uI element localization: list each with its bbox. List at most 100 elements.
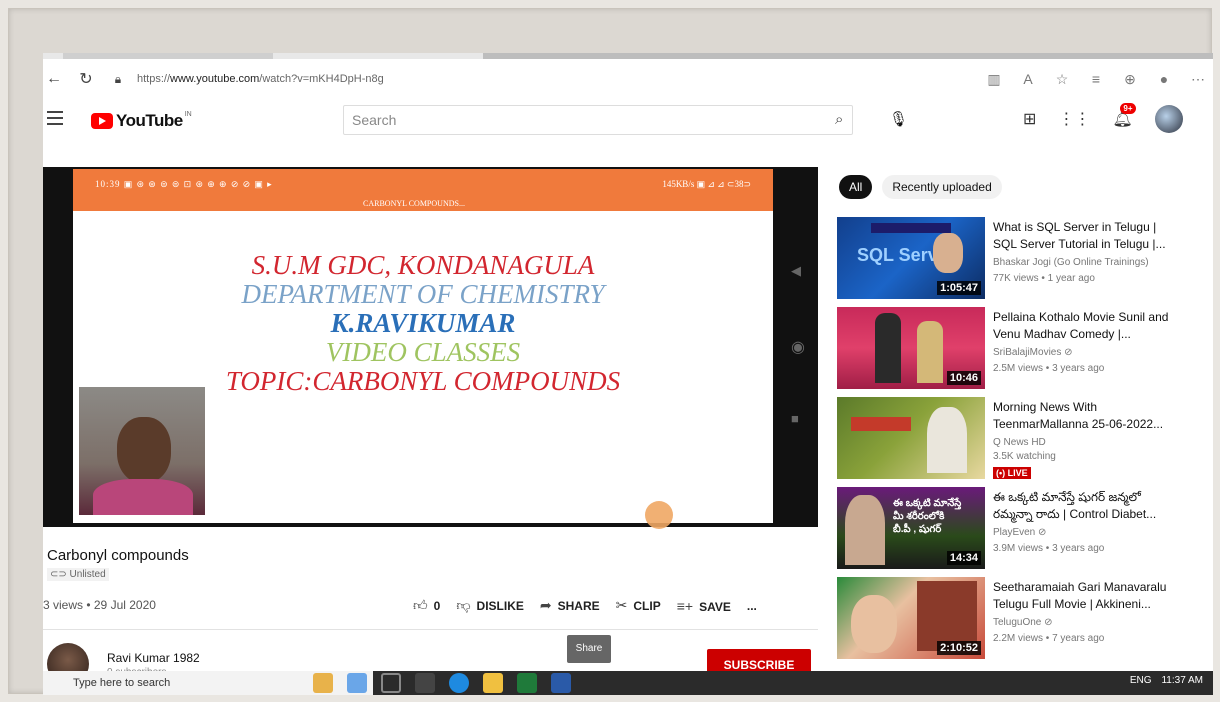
clock[interactable]: 11:37 AM (1161, 675, 1203, 686)
recommendation-title[interactable]: Morning News With TeenmarMallanna 25-06-… (993, 399, 1177, 433)
touch-indicator (645, 501, 673, 529)
recommendation-title[interactable]: What is SQL Server in Telugu | SQL Serve… (993, 219, 1177, 253)
reload-icon[interactable]: ↻ (75, 69, 97, 89)
back-icon[interactable]: ← (43, 70, 65, 88)
recommendation-meta: 3.5K watching (993, 451, 1056, 462)
video-frame: 10:39 ▣ ⊛ ⊛ ⊜ ⊜ ⊡ ⊛ ⊕ ⊕ ⊘ ⊘ ▣ ▸ CARBONYL… (73, 169, 773, 529)
webcam-overlay (79, 387, 205, 515)
youtube-logo[interactable]: YouTube IN (91, 111, 192, 131)
save-button[interactable]: ≡+ SAVE (677, 598, 731, 614)
recommendation-channel[interactable]: PlayEven ⊘ (993, 527, 1046, 538)
reader-icon[interactable]: ▥ (983, 71, 1005, 88)
excel-icon[interactable] (517, 673, 537, 693)
duration-badge: 1:05:47 (937, 281, 981, 295)
recommendation-title[interactable]: Seetharamaiah Gari Manavaralu Telugu Ful… (993, 579, 1177, 613)
phone-status-bar: 10:39 ▣ ⊛ ⊛ ⊜ ⊜ ⊡ ⊛ ⊕ ⊕ ⊘ ⊘ ▣ ▸ CARBONYL… (73, 169, 773, 211)
favorite-icon[interactable]: ☆ (1051, 71, 1073, 88)
thumbs-down-icon: 👎︎ (456, 597, 471, 613)
recommendation-item[interactable]: 10:46 Pellaina Kothalo Movie Sunil and V… (837, 307, 1213, 395)
dislike-label: DISLIKE (476, 599, 524, 613)
recommendation-channel[interactable]: Bhaskar Jogi (Go Online Trainings) (993, 257, 1149, 268)
recommendation-channel[interactable]: SriBalajiMovies ⊘ (993, 347, 1073, 358)
dislike-button[interactable]: 👎︎ DISLIKE (456, 597, 524, 614)
clip-button[interactable]: ✂ CLIP (616, 597, 661, 614)
status-bar-left: 10:39 ▣ ⊛ ⊛ ⊜ ⊜ ⊡ ⊛ ⊕ ⊕ ⊘ ⊘ ▣ ▸ (95, 179, 273, 189)
recommendation-meta: 77K views • 1 year ago (993, 273, 1095, 284)
search-input[interactable]: Search (343, 105, 853, 135)
presenter-shirt (93, 479, 193, 515)
apps-icon[interactable]: ⋮⋮ (1058, 109, 1090, 129)
visibility-label: Unlisted (69, 569, 106, 580)
edge-icon[interactable] (449, 673, 469, 693)
recommendation-title[interactable]: ఈ ఒక్కటి మానేస్తే షుగర్ జన్మలో రమ్మన్నా … (993, 489, 1177, 523)
status-bar-title: CARBONYL COMPOUNDS... (363, 199, 465, 208)
recents-nav-icon[interactable]: ■ (791, 411, 799, 426)
scissors-icon: ✂ (615, 597, 628, 613)
action-bar: 👍︎ 0 👎︎ DISLIKE ➦ SHARE ✂ CLIP ≡+ SAVE ... (413, 597, 757, 614)
save-label: SAVE (699, 599, 731, 614)
lock-icon[interactable]: 🔒︎ (107, 72, 129, 87)
duration-badge: 10:46 (946, 371, 981, 385)
recommendation-item[interactable]: SQL Server 1:05:47 What is SQL Server in… (837, 217, 1213, 305)
mic-icon[interactable]: 🎙︎ (889, 110, 908, 128)
collections-icon[interactable]: ⊕ (1119, 71, 1141, 88)
recommendation-channel[interactable]: TeluguOne ⊘ (993, 617, 1053, 628)
logo-region: IN (184, 111, 192, 118)
more-actions-button[interactable]: ... (747, 599, 757, 613)
url-scheme: https:// (137, 73, 171, 85)
language-indicator[interactable]: ENG (1130, 675, 1152, 686)
search-icon[interactable]: ⌕ (835, 111, 843, 128)
like-count: 0 (433, 599, 441, 613)
playlist-add-icon: ≡+ (676, 597, 694, 614)
create-icon[interactable]: ⊞ (1023, 109, 1036, 129)
favorites-list-icon[interactable]: ≡ (1085, 71, 1107, 87)
recommendation-channel[interactable]: Q News HD (993, 437, 1046, 448)
cortana-icon[interactable] (381, 673, 401, 693)
recommendation-item[interactable]: ఈ ఒక్కటి మానేస్తే మీ శరీరంలోకి బీ.పీ , షుగ… (837, 487, 1213, 575)
chip-all[interactable]: All (839, 175, 873, 199)
video-player[interactable]: 10:39 ▣ ⊛ ⊛ ⊜ ⊜ ⊡ ⊛ ⊕ ⊕ ⊘ ⊘ ▣ ▸ CARBONYL… (43, 167, 818, 529)
url-host: www.youtube.com (170, 73, 260, 85)
video-thumbnail[interactable]: 2:10:52 (837, 577, 985, 659)
share-icon: ➦ (539, 597, 552, 613)
recommendation-meta: 3.9M views • 3 years ago (993, 543, 1105, 554)
taskbar-apps (313, 673, 571, 693)
tab-strip (43, 53, 1213, 59)
task-view-icon[interactable] (415, 673, 435, 693)
url-field[interactable]: https://www.youtube.com/watch?v=mKH4DpH-… (137, 73, 384, 85)
notifications-icon[interactable]: 🔔︎ 9+ (1112, 103, 1136, 129)
chip-recently-uploaded[interactable]: Recently uploaded (882, 175, 1002, 199)
video-thumbnail[interactable]: 10:46 (837, 307, 985, 389)
more-icon[interactable]: ⋯ (1187, 71, 1209, 88)
video-thumbnail[interactable] (837, 397, 985, 479)
read-aloud-icon[interactable]: A (1017, 71, 1039, 87)
status-bar-right: 145KB/s ▣ ⊿ ⊿ ⊂38⊃ (662, 179, 751, 189)
profile-icon[interactable]: ● (1153, 71, 1175, 87)
video-meta: 3 views • 29 Jul 2020 (43, 598, 156, 612)
word-icon[interactable] (551, 673, 571, 693)
home-nav-icon[interactable]: ◉ (791, 337, 805, 357)
recommendation-item[interactable]: Morning News With TeenmarMallanna 25-06-… (837, 397, 1213, 485)
account-avatar[interactable] (1154, 105, 1183, 133)
recommendation-item[interactable]: 2:10:52 Seetharamaiah Gari Manavaralu Te… (837, 577, 1213, 665)
slide-text: S.U.M GDC, KONDANAGULA DEPARTMENT OF CHE… (73, 251, 773, 396)
file-explorer-icon[interactable] (313, 673, 333, 693)
url-path: /watch?v=mKH4DpH-n8g (259, 73, 384, 85)
slide-line-3: K.RAVIKUMAR (330, 308, 516, 338)
screenshot-frame: ← ↻ 🔒︎ https://www.youtube.com/watch?v=m… (8, 8, 1213, 695)
back-nav-icon[interactable]: ◀ (791, 263, 801, 279)
visibility-badge: ⊂⊃ Unlisted (47, 568, 109, 581)
recommendation-title[interactable]: Pellaina Kothalo Movie Sunil and Venu Ma… (993, 309, 1177, 343)
share-button[interactable]: ➦ SHARE (540, 597, 600, 614)
thumbs-up-icon: 👍︎ (413, 597, 428, 613)
folder-icon[interactable] (483, 673, 503, 693)
video-thumbnail[interactable]: SQL Server 1:05:47 (837, 217, 985, 299)
duration-badge: 14:34 (946, 551, 981, 565)
menu-icon[interactable] (47, 111, 63, 129)
channel-name[interactable]: Ravi Kumar 1982 (107, 651, 200, 665)
like-button[interactable]: 👍︎ 0 (413, 597, 440, 614)
video-title: Carbonyl compounds (47, 547, 189, 564)
system-tray: ENG 11:37 AM (1130, 675, 1203, 686)
video-thumbnail[interactable]: ఈ ఒక్కటి మానేస్తే మీ శరీరంలోకి బీ.పీ , షుగ… (837, 487, 985, 569)
app-icon[interactable] (347, 673, 367, 693)
